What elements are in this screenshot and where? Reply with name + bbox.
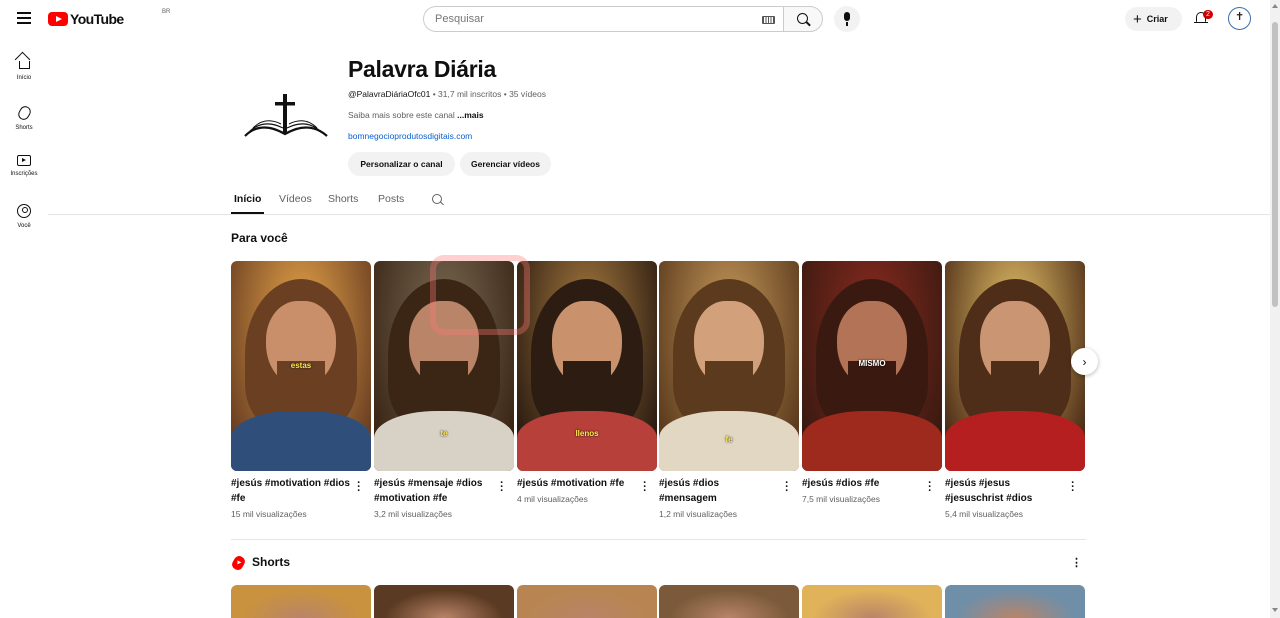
- video-views: 15 mil visualizações: [231, 509, 307, 519]
- top-bar: YouTube BR + Criar 2: [0, 0, 1270, 38]
- video-views: 5,4 mil visualizações: [945, 509, 1023, 519]
- subscriptions-icon: [17, 155, 31, 166]
- subscriber-count: 31,7 mil inscritos: [438, 89, 502, 99]
- channel-description[interactable]: Saiba mais sobre este canal ...mais: [348, 110, 484, 120]
- video-views: 7,5 mil visualizações: [802, 494, 880, 504]
- short-thumbnail[interactable]: [231, 585, 371, 618]
- short-thumbnail[interactable]: [374, 585, 514, 618]
- video-thumbnail[interactable]: te: [374, 261, 514, 471]
- short-thumbnail[interactable]: [945, 585, 1085, 618]
- short-thumbnail[interactable]: [802, 585, 942, 618]
- video-views: 1,2 mil visualizações: [659, 509, 737, 519]
- scrollbar-thumb[interactable]: [1272, 22, 1278, 307]
- youtube-play-icon: [48, 12, 68, 26]
- create-label: Criar: [1146, 14, 1168, 24]
- cross-bible-logo-icon: [244, 94, 328, 137]
- video-thumbnail[interactable]: MISMO: [802, 261, 942, 471]
- video-title[interactable]: #jesús #mensaje #dios #motivation #fe: [374, 477, 494, 506]
- logo-text: YouTube: [70, 11, 124, 27]
- sidebar-item-you[interactable]: Você: [0, 190, 48, 230]
- account-avatar[interactable]: [1228, 7, 1251, 30]
- sidebar: Início Shorts Inscrições Você: [0, 38, 48, 618]
- you-icon: [17, 204, 31, 218]
- next-arrow-button[interactable]: ›: [1071, 348, 1098, 375]
- sidebar-item-label: Inscrições: [10, 171, 38, 177]
- short-thumbnail[interactable]: [517, 585, 657, 618]
- sidebar-item-shorts[interactable]: Shorts: [0, 92, 48, 132]
- video-thumbnail[interactable]: estas: [231, 261, 371, 471]
- search-icon: [797, 13, 808, 24]
- channel-link[interactable]: bomnegocioprodutosdigitais.com: [348, 131, 472, 141]
- customize-channel-button[interactable]: Personalizar o canal: [348, 152, 455, 176]
- thumbnail-caption: llenos: [575, 429, 599, 438]
- more-actions-icon[interactable]: · · ·: [499, 478, 505, 497]
- short-thumbnail[interactable]: [659, 585, 799, 618]
- search-button[interactable]: [783, 6, 823, 32]
- more-link[interactable]: ...mais: [457, 110, 483, 120]
- more-actions-icon[interactable]: · · ·: [784, 478, 790, 497]
- create-button[interactable]: + Criar: [1125, 7, 1182, 31]
- more-actions-icon[interactable]: · · ·: [927, 478, 933, 497]
- channel-search-icon[interactable]: [432, 194, 442, 204]
- country-code: BR: [162, 9, 171, 15]
- chevron-right-icon: ›: [1082, 354, 1087, 369]
- microphone-icon: [844, 12, 850, 21]
- thumbnail-caption: fe: [725, 435, 733, 444]
- sidebar-item-label: Shorts: [15, 125, 33, 131]
- more-actions-icon[interactable]: · · ·: [356, 478, 362, 497]
- video-thumbnail[interactable]: llenos: [517, 261, 657, 471]
- more-actions-icon[interactable]: · · ·: [642, 478, 648, 497]
- search-box: [423, 6, 783, 32]
- section-title-for-you: Para você: [231, 231, 288, 245]
- sidebar-item-label: Início: [16, 75, 32, 81]
- menu-icon[interactable]: [17, 12, 31, 24]
- divider: [48, 214, 1270, 215]
- video-views: 3,2 mil visualizações: [374, 509, 452, 519]
- channel-name: Palavra Diária: [348, 56, 496, 82]
- channel-handle: @PalavraDiáriaOfc01: [348, 89, 431, 99]
- thumbnail-caption: te: [440, 429, 448, 438]
- manage-videos-button[interactable]: Gerenciar vídeos: [460, 152, 551, 176]
- sidebar-item-subscriptions[interactable]: Inscrições: [0, 141, 48, 181]
- plus-icon: +: [1133, 10, 1142, 28]
- channel-avatar[interactable]: [231, 54, 339, 162]
- search-input[interactable]: [435, 13, 745, 25]
- video-thumbnail[interactable]: [945, 261, 1085, 471]
- video-views: 4 mil visualizações: [517, 494, 588, 504]
- section-title-shorts: Shorts: [252, 555, 291, 569]
- shorts-logo-icon: [230, 554, 247, 572]
- divider: [231, 539, 1086, 540]
- shorts-menu-icon[interactable]: ⋮: [1071, 556, 1082, 570]
- more-actions-icon[interactable]: · · ·: [1070, 478, 1076, 497]
- home-icon: [18, 61, 30, 69]
- thumbnail-caption: estas: [290, 361, 312, 370]
- sidebar-item-label: Você: [17, 223, 31, 229]
- scroll-up-arrow-icon[interactable]: [1272, 4, 1278, 8]
- scroll-down-arrow-icon[interactable]: [1272, 608, 1278, 612]
- video-count: 35 vídeos: [509, 89, 546, 99]
- video-title[interactable]: #jesús #jesus #jesuschrist #dios: [945, 477, 1065, 506]
- video-title[interactable]: #jesús #dios #mensagem: [659, 477, 779, 506]
- tab-shorts[interactable]: Shorts: [328, 193, 358, 205]
- shorts-icon: [15, 104, 33, 122]
- tab-videos[interactable]: Vídeos: [279, 193, 312, 205]
- video-title[interactable]: #jesús #motivation #fe: [517, 477, 637, 492]
- page-scrollbar[interactable]: [1270, 0, 1280, 618]
- channel-meta: @PalavraDiáriaOfc01 • 31,7 mil inscritos…: [348, 89, 546, 99]
- tab-home[interactable]: Início: [234, 193, 261, 205]
- keyboard-icon[interactable]: [762, 16, 775, 24]
- tab-posts[interactable]: Posts: [378, 193, 404, 205]
- video-title[interactable]: #jesús #dios #fe: [802, 477, 922, 492]
- video-thumbnail[interactable]: fe: [659, 261, 799, 471]
- youtube-logo[interactable]: YouTube BR: [48, 9, 170, 27]
- voice-search-button[interactable]: [834, 6, 860, 32]
- notification-badge: 2: [1203, 10, 1213, 19]
- thumbnail-caption: MISMO: [858, 359, 886, 368]
- description-text: Saiba mais sobre este canal: [348, 110, 455, 120]
- video-title[interactable]: #jesús #motivation #dios #fe: [231, 477, 351, 506]
- sidebar-item-home[interactable]: Início: [0, 42, 48, 82]
